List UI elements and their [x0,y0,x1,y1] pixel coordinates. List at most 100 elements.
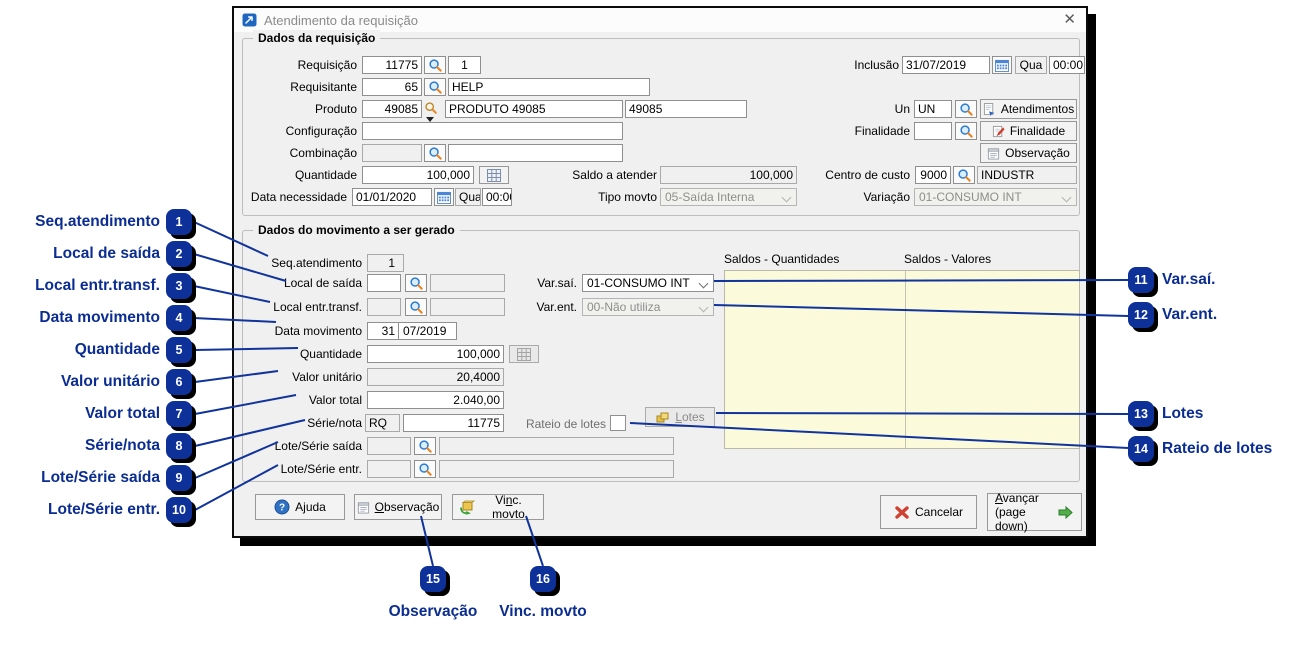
annotation-label: Var.saí. [1162,267,1215,293]
rateio-lotes-label: Rateio de lotes [486,415,606,433]
combinacao-search-button[interactable] [424,144,446,162]
annotation-label: Valor total [0,401,160,427]
annotation-badge: 4 [166,305,192,331]
ajuda-button[interactable]: ? Ajuda [255,494,345,520]
annotation-label: Lotes [1162,401,1203,427]
produto-label: Produto [242,100,357,118]
annotation-badge: 5 [166,337,192,363]
observacao-top-button[interactable]: Observação [980,143,1077,163]
help-icon: ? [274,499,290,515]
boxes-icon [655,411,670,424]
link-movement-icon [459,500,475,515]
close-icon[interactable]: ✕ [1063,10,1076,28]
local-entr-label: Local entr.transf. [242,298,362,316]
annotation-label: Local de saída [0,241,160,267]
search-icon [428,80,443,95]
data-necessidade-weekday-field: Qua [455,188,481,206]
inclusao-date-field[interactable]: 31/07/2019 [902,56,990,74]
centro-custo-search-button[interactable] [953,166,975,184]
data-necessidade-date-field[interactable]: 01/01/2020 [352,188,432,206]
valor-unitario-label: Valor unitário [242,368,362,386]
annotation-badge: 1 [166,209,192,235]
valor-total-label: Valor total [242,391,362,409]
un-field[interactable]: UN [914,100,952,118]
grid-icon [487,169,501,182]
lote-saida-search-button[interactable] [414,437,436,455]
annotation-badge: 10 [166,497,192,523]
mov-quantidade-field[interactable]: 100,000 [367,345,504,363]
atendimentos-button[interactable]: Atendimentos [980,99,1077,119]
combinacao-name-field [448,144,623,162]
annotation-badge: 6 [166,369,192,395]
finalidade-field[interactable] [914,122,952,140]
notepad-icon [987,147,1000,160]
finalidade-search-button[interactable] [955,122,977,140]
requisicao-seq-field[interactable]: 1 [448,56,481,74]
local-saida-code-field[interactable] [367,274,401,292]
data-necessidade-calendar-button[interactable] [434,188,454,206]
lote-saida-label: Lote/Série saída [242,437,362,455]
data-necessidade-time-field[interactable]: 00:00 [482,188,512,206]
page-pencil-icon [992,125,1005,138]
lote-entr-search-button[interactable] [414,460,436,478]
annotation-label: Local entr.transf. [0,273,160,299]
quantidade-field[interactable]: 100,000 [362,166,474,184]
search-icon[interactable] [424,101,438,115]
group-title: Dados do movimento a ser gerado [253,222,460,238]
data-movimento-field[interactable]: 31 07/2019 [367,322,457,340]
local-saida-search-button[interactable] [405,274,427,292]
avancar-button[interactable]: Avançar (page down) [987,493,1082,531]
quantidade-label: Quantidade [242,166,357,184]
data-movimento-monthyear[interactable]: 07/2019 [399,323,446,339]
annotation-badge: 16 [530,566,556,592]
rateio-lotes-checkbox[interactable] [610,415,626,431]
chevron-down-icon [699,303,709,313]
produto-code-field[interactable]: 49085 [362,100,422,118]
valor-total-field[interactable]: 2.040,00 [367,391,504,409]
centro-custo-code-field[interactable]: 9000 [915,166,951,184]
notepad-icon [357,501,370,514]
requisitante-name-field: HELP [448,78,650,96]
svg-text:?: ? [279,503,285,514]
titlebar: Atendimento da requisição [234,8,1086,32]
inclusao-calendar-button[interactable] [992,56,1012,74]
annotation-label: Série/nota [0,433,160,459]
annotation-label: Seq.atendimento [0,209,160,235]
un-search-button[interactable] [955,100,977,118]
tipo-movto-dropdown: 05-Saída Interna [660,188,797,206]
requisitante-search-button[interactable] [424,78,446,96]
search-icon [959,124,974,139]
configuracao-field[interactable] [362,122,623,140]
combinacao-label: Combinação [242,144,357,162]
annotation-badge: 8 [166,433,192,459]
serie-nota-label: Série/nota [242,414,362,432]
variacao-dropdown: 01-CONSUMO INT [914,188,1077,206]
vinc-movto-button[interactable]: Vinc. movto [452,494,544,520]
cancelar-button[interactable]: Cancelar [880,495,977,529]
var-sai-label: Var.saí. [477,274,577,292]
var-ent-label: Var.ent. [477,298,577,316]
data-movimento-day[interactable]: 31 [368,323,399,339]
mov-quantidade-calc-button [509,345,539,363]
requisicao-search-button[interactable] [424,56,446,74]
annotation-badge: 7 [166,401,192,427]
inclusao-time-field[interactable]: 00:00 [1049,56,1085,74]
annotation-label: Vinc. movto [482,602,604,622]
var-sai-dropdown[interactable]: 01-CONSUMO INT [582,274,714,292]
requisicao-number-field[interactable]: 11775 [362,56,422,74]
search-icon [428,146,443,161]
inclusao-weekday-field: Qua [1015,56,1047,74]
group-title: Dados da requisição [253,30,380,46]
finalidade-button[interactable]: Finalidade [980,121,1077,141]
observacao-bottom-button[interactable]: Observação [354,494,442,520]
annotation-label: Var.ent. [1162,302,1217,328]
annotation-label: Lote/Série entr. [0,497,160,523]
requisitante-code-field[interactable]: 65 [362,78,422,96]
requisitante-label: Requisitante [242,78,357,96]
annotation-label: Valor unitário [0,369,160,395]
saldo-atender-label: Saldo a atender [537,166,657,184]
quantidade-calc-button[interactable] [479,166,509,184]
local-entr-search-button[interactable] [405,298,427,316]
mov-quantidade-label: Quantidade [242,345,362,363]
chevron-down-icon [1062,193,1072,203]
